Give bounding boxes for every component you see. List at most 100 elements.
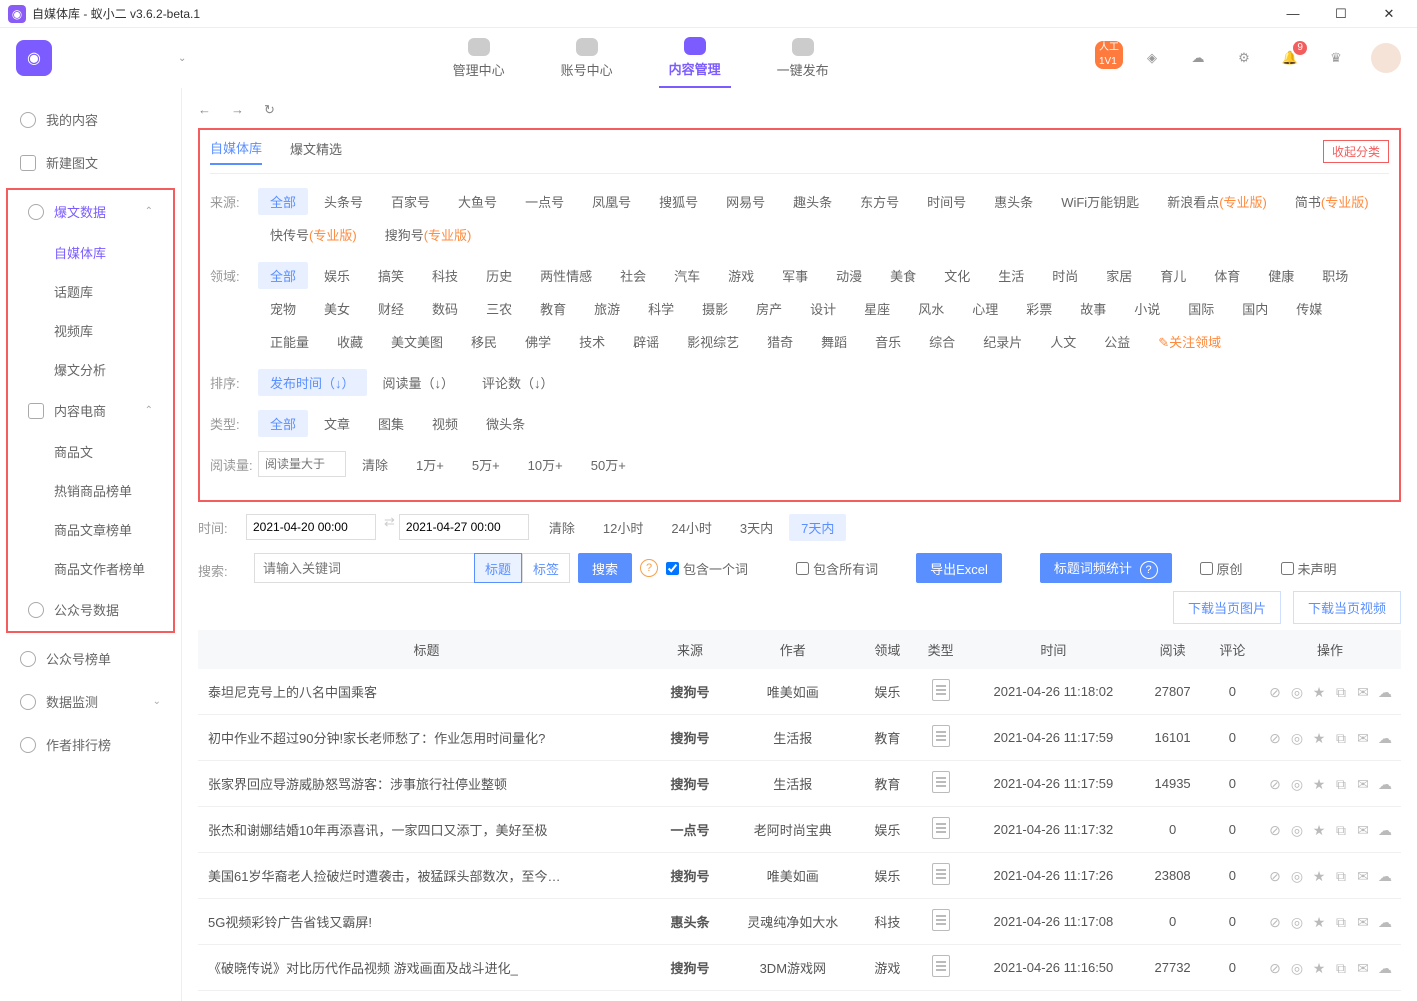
op-link-icon[interactable]: ⊘	[1267, 868, 1283, 884]
filter-chip[interactable]: 数码	[420, 295, 470, 322]
tab-hot-featured[interactable]: 爆文精选	[290, 139, 342, 164]
table-row[interactable]: 泰坦尼克号上的八名中国乘客搜狗号唯美如画娱乐2021-04-26 11:18:0…	[198, 669, 1401, 715]
op-cloud-icon[interactable]: ☁	[1377, 684, 1393, 700]
filter-chip[interactable]: 网易号	[714, 188, 777, 215]
sidebar-new-article[interactable]: 新建图文	[0, 141, 181, 184]
filter-chip[interactable]: 新浪看点(专业版)	[1155, 188, 1279, 215]
op-target-icon[interactable]: ◎	[1289, 868, 1305, 884]
checkbox-undeclared[interactable]: 未声明	[1281, 559, 1337, 578]
filter-chip[interactable]: 简书(专业版)	[1283, 188, 1381, 215]
filter-chip[interactable]: 影视综艺	[675, 328, 751, 355]
filter-chip[interactable]: 7天内	[789, 514, 846, 541]
top-nav-2[interactable]: 内容管理	[659, 28, 731, 88]
filter-chip[interactable]: 12小时	[591, 514, 655, 541]
filter-chip[interactable]: 国际	[1176, 295, 1226, 322]
window-close-button[interactable]: ✕	[1377, 6, 1401, 22]
table-row[interactable]: 张杰和谢娜结婚10年再添喜讯，一家四口又添丁，美好至极一点号老阿时尚宝典娱乐20…	[198, 807, 1401, 853]
filter-chip[interactable]: 1万+	[404, 451, 456, 478]
search-button[interactable]: 搜索	[578, 553, 632, 583]
filter-chip[interactable]: 人文	[1038, 328, 1088, 355]
op-copy-icon[interactable]: ⧉	[1333, 730, 1349, 746]
filter-chip[interactable]: 传媒	[1284, 295, 1334, 322]
filter-chip[interactable]: 摄影	[690, 295, 740, 322]
filter-chip[interactable]: 心理	[960, 295, 1010, 322]
read-gt-input[interactable]	[258, 451, 346, 477]
filter-chip[interactable]: 发布时间（↓）	[258, 369, 367, 396]
filter-chip[interactable]: 评论数（↓）	[470, 369, 566, 396]
filter-chip[interactable]: 大鱼号	[446, 188, 509, 215]
filter-chip[interactable]: 搞笑	[366, 262, 416, 289]
op-link-icon[interactable]: ⊘	[1267, 822, 1283, 838]
top-nav-1[interactable]: 账号中心	[551, 28, 623, 88]
filter-chip[interactable]: 微头条	[474, 410, 537, 437]
sidebar-sub-item[interactable]: 自媒体库	[8, 233, 173, 272]
op-mail-icon[interactable]: ✉	[1355, 960, 1371, 976]
op-copy-icon[interactable]: ⧉	[1333, 776, 1349, 792]
download-images-button[interactable]: 下载当页图片	[1173, 591, 1281, 624]
filter-chip[interactable]: 职场	[1310, 262, 1360, 289]
op-cloud-icon[interactable]: ☁	[1377, 822, 1393, 838]
table-row[interactable]: 初中作业不超过90分钟!家长老师愁了：作业怎用时间量化?搜狗号生活报教育2021…	[198, 715, 1401, 761]
cloud-icon[interactable]: ☁	[1187, 47, 1209, 69]
window-maximize-button[interactable]: ☐	[1329, 6, 1353, 22]
sidebar-my-content[interactable]: 我的内容	[0, 98, 181, 141]
filter-chip[interactable]: 育儿	[1148, 262, 1198, 289]
filter-chip[interactable]: 汽车	[662, 262, 712, 289]
filter-chip[interactable]: 综合	[917, 328, 967, 355]
op-copy-icon[interactable]: ⧉	[1333, 914, 1349, 930]
follow-field-chip[interactable]: ✎关注领域	[1146, 328, 1233, 355]
op-mail-icon[interactable]: ✉	[1355, 730, 1371, 746]
filter-chip[interactable]: 故事	[1068, 295, 1118, 322]
sidebar-ecommerce[interactable]: 内容电商⌃	[8, 389, 173, 432]
op-mail-icon[interactable]: ✉	[1355, 684, 1371, 700]
filter-chip[interactable]: 家居	[1094, 262, 1144, 289]
tab-media-library[interactable]: 自媒体库	[210, 138, 262, 165]
filter-chip[interactable]: 纪录片	[971, 328, 1034, 355]
filter-chip[interactable]: 惠头条	[982, 188, 1045, 215]
filter-chip[interactable]: 旅游	[582, 295, 632, 322]
filter-chip[interactable]: 技术	[567, 328, 617, 355]
filter-chip[interactable]: 全部	[258, 410, 308, 437]
filter-chip[interactable]: 凤凰号	[580, 188, 643, 215]
op-target-icon[interactable]: ◎	[1289, 776, 1305, 792]
filter-chip[interactable]: 东方号	[848, 188, 911, 215]
download-videos-button[interactable]: 下载当页视频	[1293, 591, 1401, 624]
filter-chip[interactable]: 时尚	[1040, 262, 1090, 289]
time-from-input[interactable]	[246, 514, 376, 540]
search-mode-title-button[interactable]: 标题	[474, 553, 522, 583]
search-input[interactable]	[254, 553, 474, 583]
nav-forward-icon[interactable]: →	[231, 102, 244, 118]
filter-chip[interactable]: 清除	[350, 451, 400, 478]
op-copy-icon[interactable]: ⧉	[1333, 960, 1349, 976]
filter-chip[interactable]: WiFi万能钥匙	[1049, 188, 1151, 215]
top-nav-3[interactable]: 一键发布	[767, 28, 839, 88]
filter-chip[interactable]: 趣头条	[781, 188, 844, 215]
op-link-icon[interactable]: ⊘	[1267, 684, 1283, 700]
avatar[interactable]	[1371, 43, 1401, 73]
checkbox-any-word[interactable]: 包含一个词	[666, 559, 748, 578]
filter-chip[interactable]: 移民	[459, 328, 509, 355]
filter-chip[interactable]: 文化	[932, 262, 982, 289]
filter-chip[interactable]: 彩票	[1014, 295, 1064, 322]
filter-chip[interactable]: 风水	[906, 295, 956, 322]
filter-chip[interactable]: 美女	[312, 295, 362, 322]
filter-chip[interactable]: 搜狐号	[647, 188, 710, 215]
filter-chip[interactable]: 小说	[1122, 295, 1172, 322]
sidebar-sub-item[interactable]: 商品文作者榜单	[8, 549, 173, 588]
filter-chip[interactable]: 一点号	[513, 188, 576, 215]
checkbox-all-words[interactable]: 包含所有词	[796, 559, 878, 578]
filter-chip[interactable]: 健康	[1256, 262, 1306, 289]
op-star-icon[interactable]: ★	[1311, 684, 1327, 700]
filter-chip[interactable]: 社会	[608, 262, 658, 289]
op-link-icon[interactable]: ⊘	[1267, 730, 1283, 746]
help-icon[interactable]: ?	[640, 559, 658, 577]
filter-chip[interactable]: 动漫	[824, 262, 874, 289]
sidebar-hot-data[interactable]: 爆文数据⌃	[8, 190, 173, 233]
op-link-icon[interactable]: ⊘	[1267, 776, 1283, 792]
filter-chip[interactable]: 全部	[258, 262, 308, 289]
sidebar-wechat-data[interactable]: 公众号数据	[8, 588, 173, 631]
filter-chip[interactable]: 搜狗号(专业版)	[373, 221, 484, 248]
op-star-icon[interactable]: ★	[1311, 730, 1327, 746]
sidebar-wechat-rank[interactable]: 公众号榜单	[0, 637, 181, 680]
filter-chip[interactable]: 公益	[1092, 328, 1142, 355]
